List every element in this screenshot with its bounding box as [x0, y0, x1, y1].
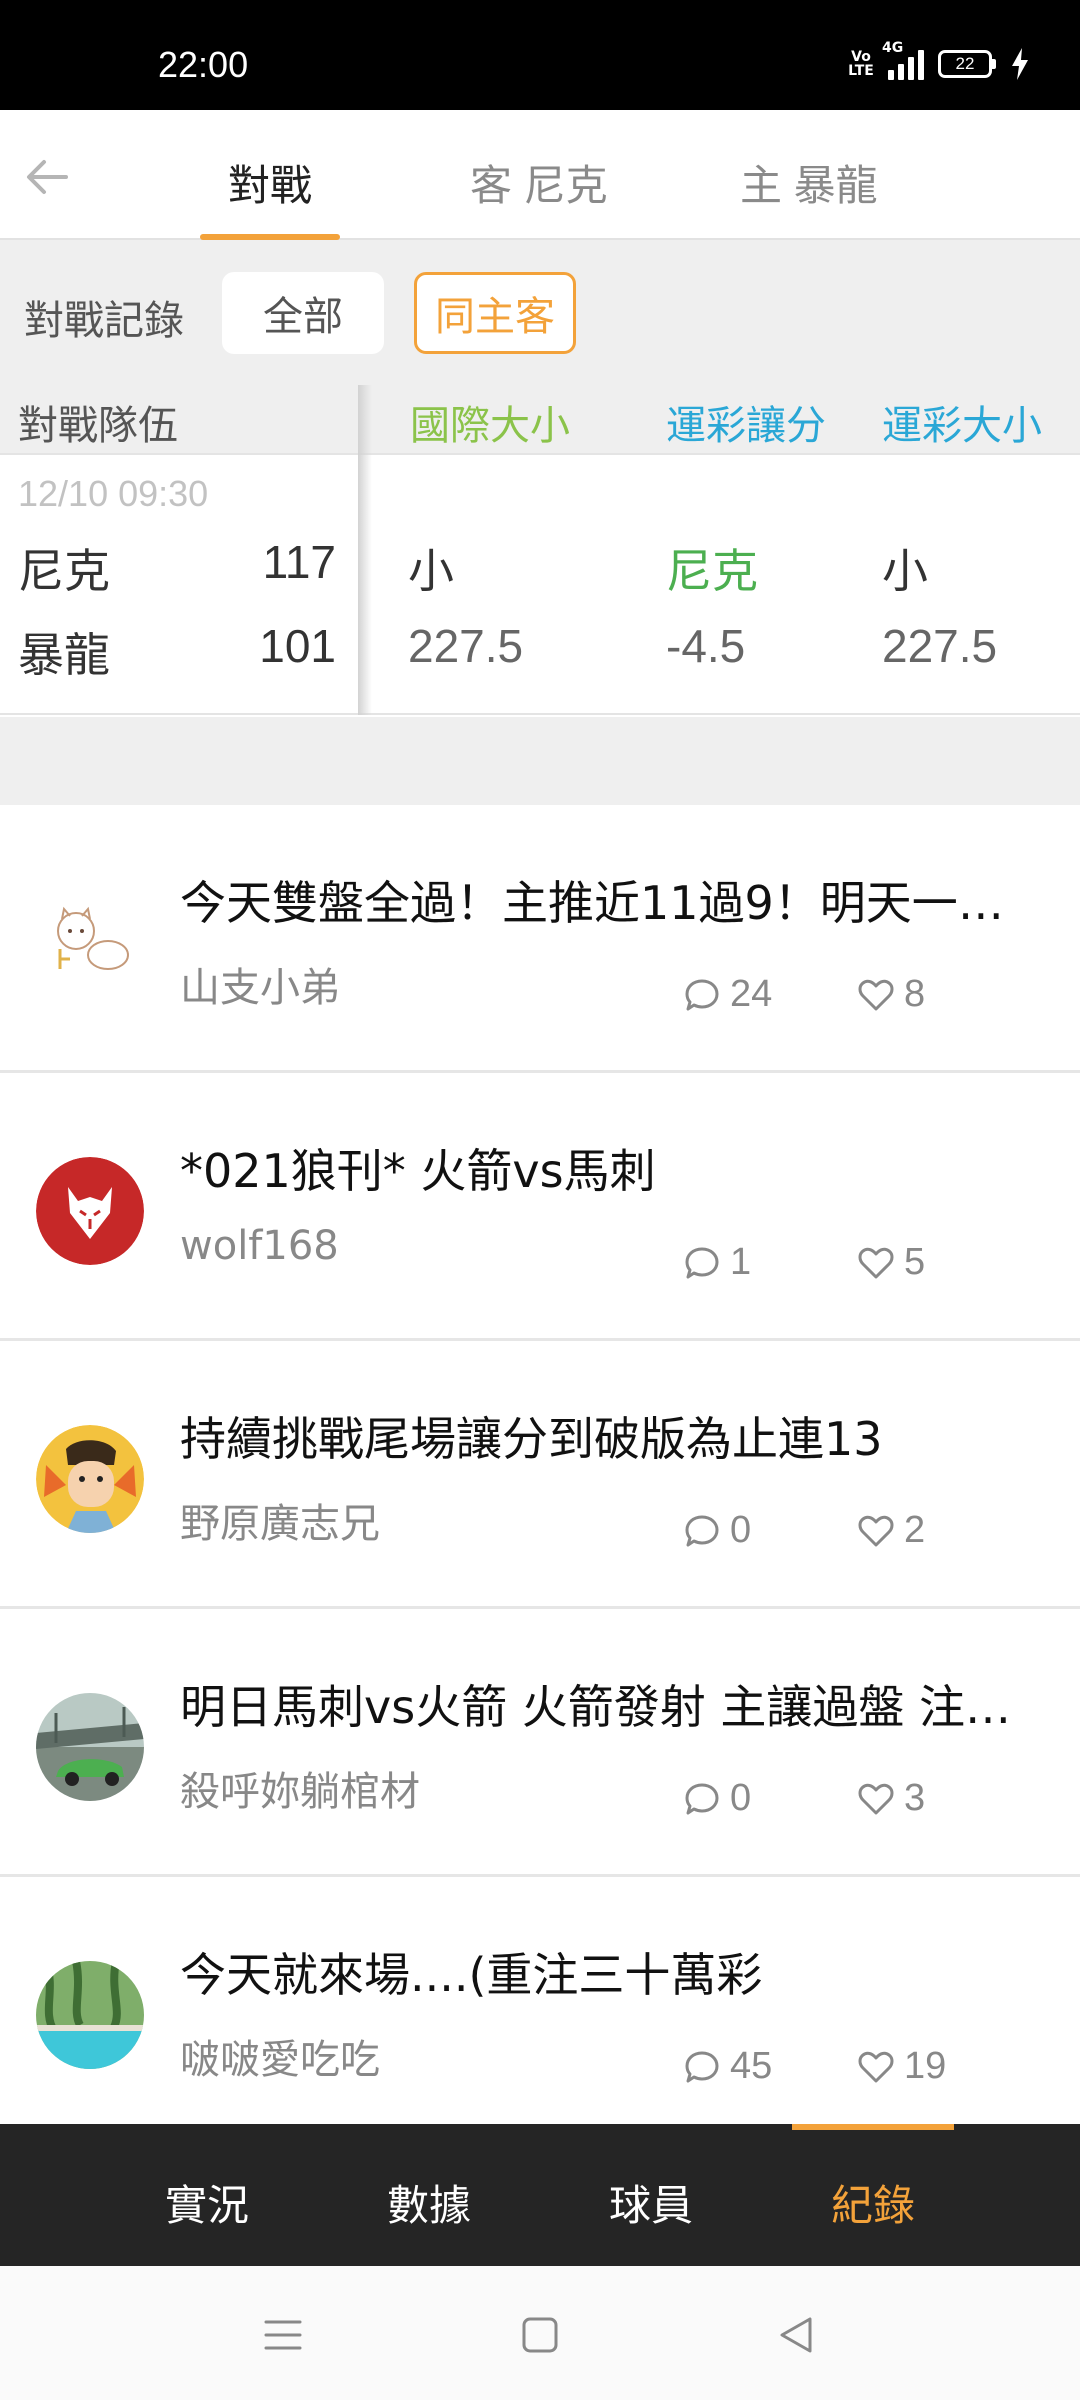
like-count-value: 19 [904, 2045, 947, 2087]
game-date: 12/10 09:30 [18, 473, 209, 514]
charging-icon [1012, 48, 1028, 80]
comment-count-value: 1 [730, 1241, 752, 1283]
comment-count[interactable]: 1 [682, 1241, 751, 1284]
header-teams: 對戰隊伍 [18, 403, 178, 449]
comment-icon [685, 2051, 719, 2082]
nav-records[interactable]: 紀錄 [831, 2172, 915, 2233]
comment-count-value: 0 [730, 1509, 752, 1551]
tab-home-team[interactable]: 主 暴龍 [740, 152, 878, 213]
post-title: 今天就來場....(重注三十萬彩 [180, 1948, 763, 2002]
like-count[interactable]: 3 [856, 1777, 925, 1820]
nav-players[interactable]: 球員 [609, 2172, 693, 2233]
avatar[interactable] [36, 1693, 144, 1801]
heart-icon [858, 1247, 894, 1278]
like-count[interactable]: 19 [856, 2045, 946, 2088]
matchup-table-header: 對戰隊伍 國際大小 運彩讓分 運彩大小 [0, 375, 1080, 455]
battery-level: 22 [938, 50, 992, 78]
signal-icon: 4G [882, 40, 924, 80]
section-gap [0, 717, 1080, 805]
back-triangle-icon[interactable] [772, 2310, 822, 2360]
home-team-name: 暴龍 [18, 628, 110, 682]
post-item[interactable]: 持續挑戰尾場讓分到破版為止連13 野原廣志兄 0 2 [0, 1341, 1080, 1609]
comment-count[interactable]: 24 [682, 973, 772, 1016]
network-type: 4G [882, 40, 904, 56]
status-icons: Vo LTE 4G 22 [848, 40, 1030, 80]
menu-icon[interactable] [258, 2310, 308, 2360]
home-icon[interactable] [515, 2310, 565, 2360]
status-time: 22:00 [158, 44, 249, 85]
like-count-value: 5 [904, 1241, 926, 1283]
heart-icon [858, 979, 894, 1010]
header-lottery-spread: 運彩讓分 [666, 403, 826, 449]
comment-icon [685, 979, 719, 1010]
header-intl-over-under: 國際大小 [410, 403, 570, 449]
filter-same-home-away-chip[interactable]: 同主客 [414, 272, 576, 354]
nav-stats[interactable]: 數據 [387, 2172, 471, 2233]
post-title: 明日馬刺vs火箭 火箭發射 主讓過盤 注… [180, 1680, 1012, 1734]
like-count-value: 3 [904, 1777, 926, 1819]
intl-result: 小 [408, 545, 454, 597]
comment-count[interactable]: 45 [682, 2045, 772, 2088]
column-divider [358, 385, 372, 715]
post-item[interactable]: *021狼刊* 火箭vs馬刺 wolf168 1 5 [0, 1073, 1080, 1341]
post-item[interactable]: 今天就來場....(重注三十萬彩 啵啵愛吃吃 45 19 [0, 1877, 1080, 2124]
filter-row: 對戰記錄 全部 同主客 [0, 240, 1080, 375]
ou-result: 小 [882, 545, 928, 597]
active-nav-indicator [792, 2124, 954, 2130]
comment-count-value: 45 [730, 2045, 773, 2087]
spread-line: -4.5 [666, 620, 746, 672]
like-count[interactable]: 8 [856, 973, 925, 1016]
top-tab-bar: 對戰 客 尼克 主 暴龍 [0, 110, 1080, 240]
post-item[interactable]: 明日馬刺vs火箭 火箭發射 主讓過盤 注… 殺呼妳躺棺材 0 3 [0, 1609, 1080, 1877]
header-lottery-over-under: 運彩大小 [882, 403, 1042, 449]
battery-icon: 22 [938, 50, 996, 78]
avatar[interactable] [36, 889, 144, 997]
bottom-nav: 實況 數據 球員 紀錄 [0, 2124, 1080, 2266]
heart-icon [858, 1515, 894, 1546]
like-count-value: 8 [904, 973, 926, 1015]
comment-count[interactable]: 0 [682, 1777, 751, 1820]
system-nav-bar [0, 2266, 1080, 2400]
away-team-name: 尼克 [18, 544, 110, 598]
comment-icon [685, 1247, 719, 1278]
teams-column: 12/10 09:30 尼克 117 暴龍 101 [0, 455, 360, 715]
heart-icon [858, 2051, 894, 2082]
post-item[interactable]: 今天雙盤全過！主推近11過9！明天一樣… 山支小弟 24 8 [0, 805, 1080, 1073]
post-author: 野原廣志兄 [180, 1501, 380, 1547]
heart-icon [858, 1783, 894, 1814]
post-author: 殺呼妳躺棺材 [180, 1769, 420, 1815]
back-arrow-icon[interactable] [22, 152, 72, 202]
comment-count[interactable]: 0 [682, 1509, 751, 1552]
intl-line: 227.5 [408, 620, 524, 672]
ou-line: 227.5 [882, 620, 998, 672]
post-author: 啵啵愛吃吃 [180, 2037, 380, 2083]
comment-count-value: 0 [730, 1777, 752, 1819]
avatar[interactable] [36, 1961, 144, 2069]
home-team-score: 101 [259, 620, 336, 672]
post-author: 山支小弟 [180, 965, 340, 1011]
comment-icon [685, 1515, 719, 1546]
post-title: 今天雙盤全過！主推近11過9！明天一樣… [180, 876, 1020, 930]
status-bar: 22:00 Vo LTE 4G 22 [0, 0, 1080, 110]
post-author: wolf168 [180, 1223, 339, 1269]
matchup-row[interactable]: 12/10 09:30 尼克 117 暴龍 101 小 227.5 尼克 -4.… [0, 385, 1080, 715]
post-title: *021狼刊* 火箭vs馬刺 [180, 1144, 656, 1198]
filter-label: 對戰記錄 [24, 298, 184, 344]
like-count[interactable]: 2 [856, 1509, 925, 1552]
comment-icon [685, 1783, 719, 1814]
comment-count-value: 24 [730, 973, 773, 1015]
away-team-score: 117 [262, 536, 336, 588]
like-count-value: 2 [904, 1509, 926, 1551]
nav-live[interactable]: 實況 [165, 2172, 249, 2233]
volte-icon: Vo LTE [848, 49, 874, 79]
avatar[interactable] [36, 1425, 144, 1533]
post-title: 持續挑戰尾場讓分到破版為止連13 [180, 1412, 883, 1466]
tab-matchup[interactable]: 對戰 [228, 152, 312, 213]
like-count[interactable]: 5 [856, 1241, 925, 1284]
tab-away-team[interactable]: 客 尼克 [470, 152, 608, 213]
filter-all-chip[interactable]: 全部 [222, 272, 384, 354]
spread-result: 尼克 [666, 545, 758, 597]
avatar[interactable] [36, 1157, 144, 1265]
